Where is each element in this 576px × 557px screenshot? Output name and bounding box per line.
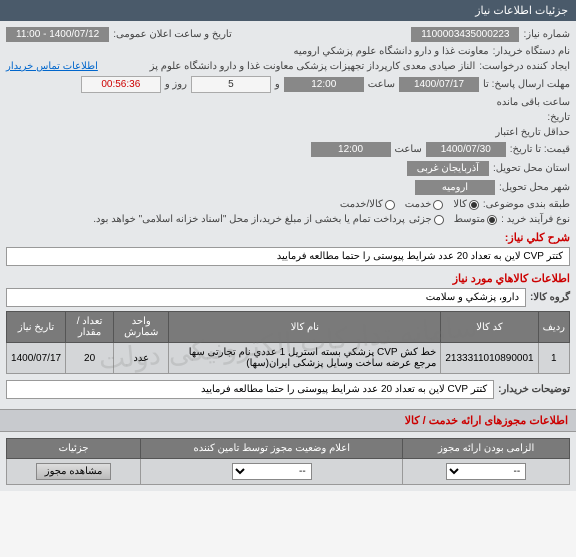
buyer-value: معاونت غذا و دارو دانشگاه علوم پزشکي ارو… [293, 46, 488, 57]
cat-service-label: خدمت [405, 199, 432, 210]
purchase-label: نوع فرآیند خرید : [501, 214, 570, 225]
view-license-button[interactable]: مشاهده مجوز [36, 463, 112, 480]
contact-link[interactable]: اطلاعات تماس خریدار [6, 61, 98, 72]
radio-mid[interactable] [487, 215, 497, 225]
th-need-date: تاریخ نیاز [7, 312, 66, 343]
radio-goods-service[interactable] [385, 200, 395, 210]
license-row: -- -- مشاهده مجوز [7, 459, 570, 485]
status-select[interactable]: -- [232, 463, 312, 480]
cell-name: خط کش CVP پزشکي بسته استریل 1 عددي نام ت… [169, 343, 441, 374]
th-qty: تعداد / مقدار [66, 312, 114, 343]
details-panel: شماره نیاز: 1100003435000223 تاریخ و ساع… [0, 21, 576, 409]
requester-value: الناز صیادی معدی کارپرداز تجهیزات پزشکی … [102, 61, 475, 72]
p-mid-label: متوسط [454, 214, 485, 225]
time-label-1: ساعت [368, 79, 395, 90]
cell-need-date: 1400/07/17 [7, 343, 66, 374]
lth-2: اعلام وضعیت مجوز توسط تامین کننده [141, 439, 403, 459]
desc-box: کتتر CVP لاین به تعداد 20 عدد شرایط پیوس… [6, 247, 570, 266]
valid-time: 12:00 [311, 142, 391, 157]
license-panel: الزامی بودن ارائه مجوز اعلام وضعیت مجوز … [0, 432, 576, 491]
payment-desc: پرداخت تمام یا بخشی از مبلغ خرید،از محل … [93, 214, 405, 225]
lth-1: الزامی بودن ارائه مجوز [403, 439, 570, 459]
buyer-notes: کتتر CVP لاین به تعداد 20 عدد شرایط پیوس… [6, 380, 494, 399]
remaining-label: ساعت باقی مانده [497, 97, 570, 108]
min-valid-label: حداقل تاریخ اعتبار [495, 127, 570, 138]
goods-table: ردیف کد کالا نام کالا واحد شمارش تعداد /… [6, 311, 570, 374]
goods-title: اطلاعات کالاهاي مورد نياز [6, 272, 570, 285]
need-no-label: شماره نیاز: [523, 29, 570, 40]
cell-row: 1 [538, 343, 569, 374]
cat-goods-label: کالا [453, 199, 467, 210]
cell-unit: عدد [114, 343, 169, 374]
license-table: الزامی بودن ارائه مجوز اعلام وضعیت مجوز … [6, 438, 570, 485]
and-label: و [275, 79, 280, 90]
cell-code: 2133311010890001 [441, 343, 538, 374]
group-label: گروه کالا: [530, 292, 570, 303]
reply-date: 1400/07/17 [399, 77, 479, 92]
p-small-label: جزئی [409, 214, 432, 225]
th-name: نام کالا [169, 312, 441, 343]
buyer-label: نام دستگاه خریدار: [493, 46, 570, 57]
buyer-notes-label: توضیحات خریدار: [498, 384, 570, 395]
mandatory-select[interactable]: -- [446, 463, 526, 480]
lcell-3: مشاهده مجوز [7, 459, 141, 485]
lth-3: جزئیات [7, 439, 141, 459]
radio-small[interactable] [434, 215, 444, 225]
reply-time: 12:00 [284, 77, 364, 92]
purchase-radio-group: متوسط جزئی [409, 214, 497, 225]
province-label: استان محل تحویل: [493, 163, 570, 174]
valid-time-label: ساعت [395, 144, 422, 155]
radio-service[interactable] [433, 200, 443, 210]
panel-title: جزئیات اطلاعات نیاز [475, 4, 568, 17]
min-valid-until: قیمت: تا تاریخ: [510, 144, 570, 155]
th-row: ردیف [538, 312, 569, 343]
public-dt-value: 1400/07/12 - 11:00 [6, 27, 109, 42]
cat-gs-label: کالا/خدمت [340, 199, 383, 210]
need-no-value: 1100003435000223 [411, 27, 519, 42]
lcell-2: -- [141, 459, 403, 485]
reply-dl-label: مهلت ارسال پاسخ: تا [483, 79, 570, 90]
city-label: شهر محل تحویل: [499, 182, 570, 193]
remaining-value: 00:56:36 [81, 76, 161, 93]
days-label: روز و [165, 79, 187, 90]
days-value: 5 [191, 76, 271, 93]
public-dt-label: تاریخ و ساعت اعلان عمومی: [113, 29, 232, 40]
th-unit: واحد شمارش [114, 312, 169, 343]
category-radio-group: کالا خدمت کالا/خدمت [340, 199, 479, 210]
date-label: تاریخ: [547, 112, 570, 123]
cell-qty: 20 [66, 343, 114, 374]
city-value: ارومیه [415, 180, 495, 195]
panel-header: جزئیات اطلاعات نیاز [0, 0, 576, 21]
table-row: 1 2133311010890001 خط کش CVP پزشکي بسته … [7, 343, 570, 374]
requester-label: ایجاد کننده درخواست: [479, 61, 570, 72]
license-panel-title: اطلاعات مجوزهای ارائه خدمت / کالا [0, 409, 576, 432]
desc-title: شرح کلي نياز: [6, 231, 570, 244]
th-code: کد کالا [441, 312, 538, 343]
valid-date: 1400/07/30 [426, 142, 506, 157]
province-value: آذربایجان غربی [407, 161, 489, 176]
lcell-1: -- [403, 459, 570, 485]
category-label: طبقه بندی موضوعی: [483, 199, 570, 210]
radio-goods[interactable] [469, 200, 479, 210]
group-value: دارو، پزشكي و سلامت [6, 288, 526, 307]
